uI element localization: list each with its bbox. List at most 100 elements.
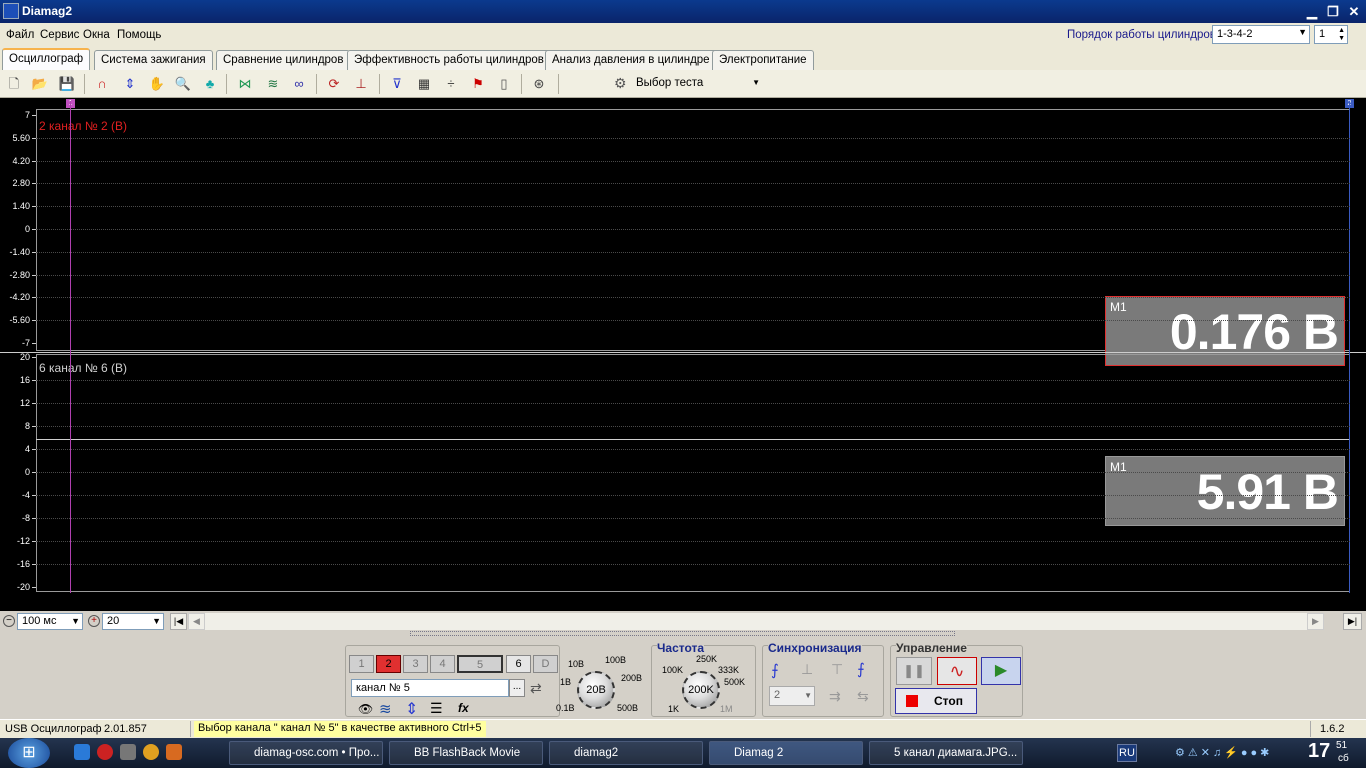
function-icon[interactable]: fx bbox=[458, 701, 469, 715]
jump-start-button[interactable]: |◀ bbox=[170, 613, 187, 630]
cursor-1[interactable] bbox=[70, 101, 71, 593]
frequency-knob[interactable]: 200K bbox=[682, 671, 720, 709]
stop-button[interactable]: Стоп bbox=[895, 688, 977, 714]
waveform-icon[interactable]: ≋ bbox=[379, 700, 392, 718]
channel-settings-icon[interactable]: ⇄ bbox=[530, 680, 542, 697]
vertical-position-icon[interactable]: ⇕ bbox=[405, 699, 418, 719]
grid-line bbox=[36, 251, 1350, 253]
lines-icon[interactable]: ☰ bbox=[430, 700, 443, 717]
task-diamag2[interactable]: Diamag 2 bbox=[709, 741, 863, 765]
tab-power[interactable]: Электропитание bbox=[712, 50, 814, 70]
ie-icon[interactable] bbox=[74, 744, 90, 760]
grid-line bbox=[36, 137, 1350, 139]
overlay-icon[interactable]: ∞ bbox=[289, 74, 309, 94]
channel-2-label: 2 канал № 2 (В) bbox=[39, 119, 128, 133]
save-icon[interactable]: 💾 bbox=[57, 74, 77, 94]
grid-line bbox=[36, 229, 1350, 230]
waves-icon[interactable]: ≋ bbox=[263, 74, 283, 94]
menu-help[interactable]: Помощь bbox=[117, 29, 161, 41]
sync-edge-up-icon[interactable]: ⊥ bbox=[801, 661, 813, 678]
grid-line bbox=[36, 274, 1350, 276]
split-icon[interactable]: ÷ bbox=[441, 74, 461, 94]
tab-cylinder-efficiency[interactable]: Эффективность работы цилиндров bbox=[347, 50, 551, 70]
filter-icon[interactable]: ⊽ bbox=[387, 74, 407, 94]
task-flashback[interactable]: BB FlashBack Movie bbox=[389, 741, 543, 765]
grid-line bbox=[36, 206, 1350, 208]
channel-button-4[interactable]: 4 bbox=[430, 655, 455, 673]
pause-button[interactable]: ❚❚ bbox=[896, 657, 932, 685]
channel-button-3[interactable]: 3 bbox=[403, 655, 428, 673]
menu-windows[interactable]: Окна bbox=[83, 29, 110, 41]
media-icon[interactable] bbox=[166, 744, 182, 760]
jump-end-button[interactable]: ▶| bbox=[1343, 613, 1362, 630]
grid-icon[interactable]: ▦ bbox=[414, 74, 434, 94]
hand-pan-icon[interactable]: ✋ bbox=[147, 74, 167, 94]
zoom-in-icon[interactable]: + bbox=[88, 615, 100, 627]
active-channel-name-field[interactable]: канал № 5 bbox=[351, 679, 509, 697]
y-tick-label: 12 bbox=[19, 398, 30, 408]
oscilloscope-area[interactable]: 1 2 2 канал № 2 (В) M1 0.176 В 6 канал №… bbox=[0, 98, 1366, 611]
eye-icon[interactable]: 👁 bbox=[358, 702, 373, 716]
horizontal-scrollbar[interactable]: ◀ ▶ bbox=[188, 613, 1324, 630]
tree-icon[interactable]: ♣ bbox=[200, 74, 220, 94]
menu-file[interactable]: Файл bbox=[6, 29, 34, 41]
channel-button-6[interactable]: 6 bbox=[506, 655, 531, 673]
start-button[interactable]: ⊞ bbox=[8, 738, 50, 768]
sync-level-icon[interactable]: ⇉ bbox=[829, 688, 841, 705]
tab-cylinder-compare[interactable]: Сравнение цилиндров bbox=[216, 50, 351, 70]
run-button[interactable]: ▶ bbox=[981, 657, 1021, 685]
zoom-icon[interactable]: 🔍 bbox=[173, 74, 193, 94]
maximize-button[interactable]: ❐ bbox=[1324, 3, 1342, 20]
zoom-select[interactable]: 20 ▼ bbox=[102, 613, 164, 630]
desktop-icon[interactable] bbox=[120, 744, 136, 760]
auto-icon[interactable]: ⟳ bbox=[324, 74, 344, 94]
channel-button-1[interactable]: 1 bbox=[349, 655, 374, 673]
sync-edge-down-icon[interactable]: ⊤ bbox=[831, 661, 843, 678]
sync-channel-select[interactable]: 2 ▼ bbox=[769, 686, 815, 706]
language-indicator[interactable]: RU bbox=[1117, 744, 1137, 762]
panel-divider[interactable] bbox=[0, 352, 1366, 353]
clock-hour: 17 bbox=[1308, 740, 1331, 762]
sync-rising-icon[interactable]: ⨍ bbox=[771, 661, 779, 679]
collapse-icon[interactable]: ⋈ bbox=[235, 74, 255, 94]
scroll-right-icon[interactable]: ▶ bbox=[1307, 613, 1324, 630]
task-opera[interactable]: diamag-osc.com • Про... bbox=[229, 741, 383, 765]
task-image-viewer[interactable]: 5 канал диамага.JPG... bbox=[869, 741, 1023, 765]
timebase-select[interactable]: 100 мс ▼ bbox=[17, 613, 83, 630]
splitter-handle[interactable] bbox=[410, 631, 955, 636]
toolbar: 🗋 📂 💾 ∩ ⇕ ✋ 🔍 ♣ ⋈ ≋ ∞ ⟳ ⊥ ⊽ ▦ ÷ ⚑ ▯ ⊛ ⚙ … bbox=[0, 70, 1366, 98]
page-icon[interactable]: ▯ bbox=[494, 74, 514, 94]
sync-center-icon[interactable]: ⇆ bbox=[857, 688, 869, 705]
curve-icon[interactable]: ∩ bbox=[92, 74, 112, 94]
test-select-dropdown[interactable]: ⚙ Выбор теста ▼ bbox=[610, 74, 765, 94]
menu-service[interactable]: Сервис bbox=[40, 29, 79, 41]
tab-ignition[interactable]: Система зажигания bbox=[94, 50, 213, 70]
scroll-left-icon[interactable]: ◀ bbox=[188, 613, 205, 630]
continuous-mode-button[interactable]: ∿ bbox=[937, 657, 977, 685]
tab-pressure-analysis[interactable]: Анализ давления в цилиндре bbox=[545, 50, 717, 70]
cursor-2[interactable] bbox=[1349, 101, 1350, 593]
zoom-out-icon[interactable]: − bbox=[3, 615, 15, 627]
auto-gauge-icon[interactable]: ⊛ bbox=[529, 74, 549, 94]
new-file-icon[interactable]: 🗋 bbox=[4, 74, 24, 94]
cylinder-order-select[interactable]: 1-3-4-2 ▼ bbox=[1212, 25, 1310, 44]
opera-icon[interactable] bbox=[97, 744, 113, 760]
flag-icon[interactable]: ⚑ bbox=[468, 74, 488, 94]
channel-button-2[interactable]: 2 bbox=[376, 655, 401, 673]
y-tick-label: 20 bbox=[19, 352, 30, 362]
sync-auto-icon[interactable]: ⨍ bbox=[857, 660, 865, 678]
task-folder-diamag2[interactable]: diamag2 bbox=[549, 741, 703, 765]
zero-icon[interactable]: ⊥ bbox=[351, 74, 371, 94]
chrome-icon[interactable] bbox=[143, 744, 159, 760]
grid-line bbox=[36, 541, 1350, 542]
tray-icons[interactable]: ⚙⚠✕♫⚡●●✱ bbox=[1175, 746, 1295, 760]
open-folder-icon[interactable]: 📂 bbox=[30, 74, 50, 94]
minimize-button[interactable]: ▁ bbox=[1303, 3, 1321, 20]
cylinder-number-spinner[interactable]: 1 ▲ ▼ bbox=[1314, 25, 1348, 44]
channel-button-5[interactable]: 5 bbox=[457, 655, 503, 673]
close-button[interactable]: ✕ bbox=[1345, 3, 1363, 20]
amplitude-knob[interactable]: 20В bbox=[577, 671, 615, 709]
cursor-measure-icon[interactable]: ⇕ bbox=[120, 74, 140, 94]
channel-name-browse-button[interactable]: ... bbox=[509, 679, 525, 697]
tab-oscilloscope[interactable]: Осциллограф bbox=[2, 48, 91, 70]
